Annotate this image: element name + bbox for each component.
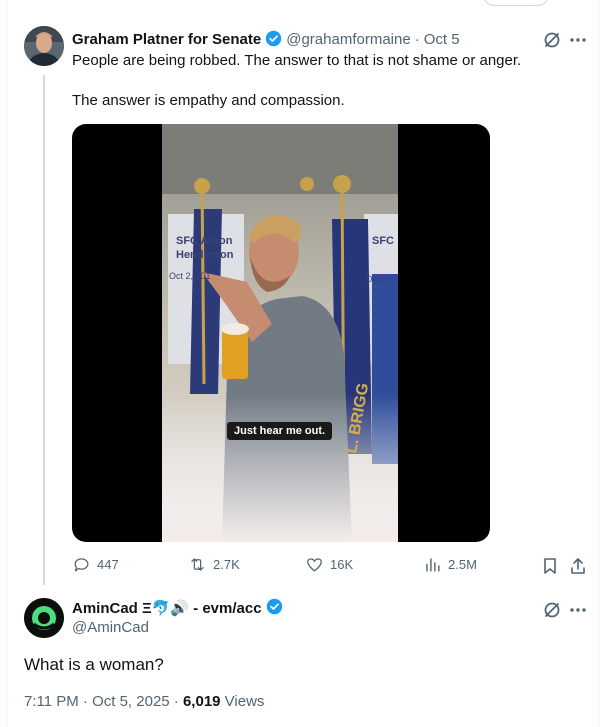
views-count: 2.5M <box>448 557 477 572</box>
repost-count: 2.7K <box>213 557 240 572</box>
tweet-date[interactable]: Oct 5 <box>424 31 460 48</box>
bookmark-icon[interactable] <box>540 556 560 576</box>
tweet-header: Graham Platner for Senate @grahamformain… <box>72 30 460 49</box>
banner-left-line3: Oct 2, 201 <box>169 271 211 281</box>
reply-icon <box>74 558 89 572</box>
video-caption: Just hear me out. <box>227 422 333 440</box>
video-player[interactable]: SFC Aaron Henderson Oct 2, 201 SFC Dece … <box>72 124 490 542</box>
reply-text: What is a woman? <box>24 655 164 674</box>
grok-icon[interactable] <box>542 30 562 50</box>
reply-views-label: Views <box>220 693 265 710</box>
author-handle[interactable]: @grahamformaine <box>286 31 410 48</box>
verified-icon <box>266 598 283 617</box>
reply-header: AminCad Ξ🐬🔊 - evm/acc <box>72 598 283 617</box>
reply-timestamp[interactable]: 7:11 PM · Oct 5, 2025 · <box>24 693 183 710</box>
grok-icon[interactable] <box>542 600 562 620</box>
like-icon <box>307 558 322 572</box>
views-action[interactable]: 2.5M <box>423 555 477 574</box>
like-count: 16K <box>330 557 354 572</box>
share-icon[interactable] <box>568 556 588 576</box>
avatar-logo <box>24 598 64 638</box>
left-border <box>6 0 7 727</box>
more-icon[interactable] <box>568 600 588 620</box>
repost-icon <box>191 558 204 571</box>
banner-left-line1: SFC Aaron <box>176 235 233 247</box>
reply-author-name[interactable]: AminCad Ξ🐬🔊 - evm/acc <box>72 599 262 617</box>
tweet-text-line2: The answer is empathy and compassion. <box>72 92 345 109</box>
video-frame: SFC Aaron Henderson Oct 2, 201 SFC Dece … <box>162 124 398 542</box>
reply-author-avatar[interactable] <box>24 598 64 638</box>
reply-action[interactable]: 447 <box>72 555 119 574</box>
top-button-partial[interactable] <box>482 0 550 6</box>
banner-right-line1: SFC <box>372 235 394 247</box>
author-avatar[interactable] <box>24 26 64 66</box>
reply-author-handle[interactable]: @AminCad <box>72 619 149 636</box>
reply-count: 447 <box>97 557 119 572</box>
banner-right-line3: Dece <box>366 274 387 284</box>
thread-connector <box>43 75 45 585</box>
reply-views-count: 6,019 <box>182 693 221 710</box>
like-action[interactable]: 16K <box>305 555 353 574</box>
verified-icon <box>265 30 282 49</box>
dot-separator: · <box>414 31 420 48</box>
right-border <box>598 0 599 727</box>
reply-meta: 7:11 PM · Oct 5, 2025 · 6,019 Views <box>24 693 264 710</box>
banner-left-line2: Henderson <box>176 249 234 261</box>
repost-action[interactable]: 2.7K <box>188 555 240 574</box>
avatar-photo <box>24 26 64 66</box>
views-icon <box>426 558 440 572</box>
more-icon[interactable] <box>568 30 588 50</box>
author-name[interactable]: Graham Platner for Senate <box>72 31 261 48</box>
tweet-text-line1: People are being robbed. The answer to t… <box>72 52 522 69</box>
